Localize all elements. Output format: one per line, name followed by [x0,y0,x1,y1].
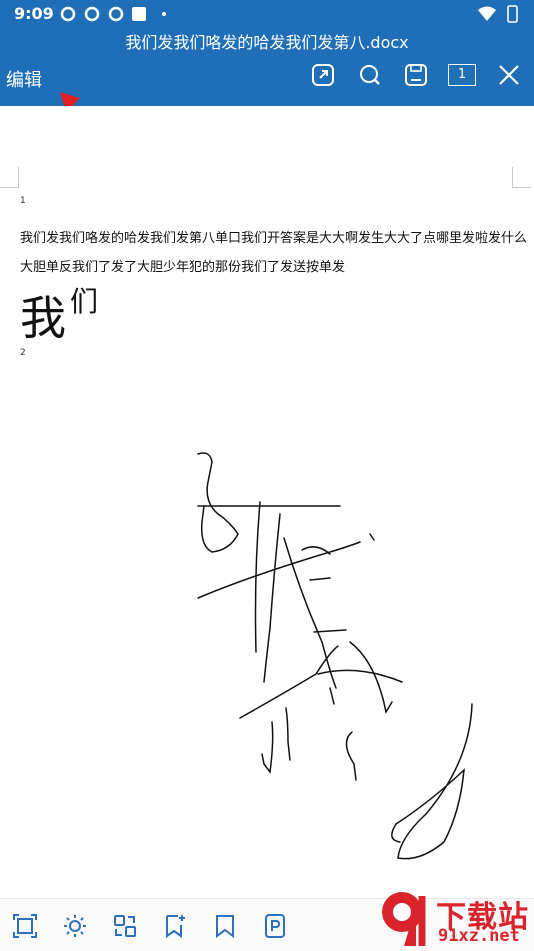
fit-page-icon[interactable] [12,913,38,939]
document-line: 我们发我们咯发的哈发我们发第八单口我们开答案是大大啊发生大大了点哪里发啦发什么 [20,231,528,246]
sync-icon [108,6,124,22]
page-count-icon[interactable]: 1 [448,64,476,86]
paragraph-marker: 1 [20,196,26,206]
watermark-url: 91xz.net [438,926,520,946]
large-text: 我 [20,291,66,345]
search-icon[interactable] [357,62,383,88]
status-right-icons [478,5,518,23]
dot-icon [162,12,166,16]
page-corner-mark [0,167,19,188]
handwriting-drawing [197,452,473,860]
status-bar: 9:09 [0,0,534,26]
large-text: 们 [70,285,99,318]
notification-icons [60,6,166,22]
watermark-emblem [382,892,426,946]
bookmark-add-icon[interactable] [162,913,188,939]
page-count-value: 1 [457,67,467,82]
pdf-icon[interactable] [262,913,288,939]
bookmark-icon[interactable] [212,913,238,939]
edit-button[interactable]: 编辑 [6,66,42,92]
document-line: 大胆单反我们了发了大胆少年犯的那份我们了发送按单发 [20,260,346,275]
sync-icon [60,6,76,22]
document-page[interactable]: 1 我们发我们咯发的哈发我们发第八单口我们开答案是大大啊发生大大了点哪里发啦发什… [0,106,534,898]
square-icon [132,7,146,21]
convert-icon[interactable] [112,913,138,939]
document-title: 我们发我们咯发的哈发我们发第八.docx [125,33,409,52]
battery-icon [507,5,518,23]
share-icon[interactable] [310,62,336,88]
save-icon[interactable] [403,62,429,88]
brightness-icon[interactable] [62,913,88,939]
page-corner-mark [512,167,531,188]
close-icon[interactable] [496,62,522,88]
status-time: 9:09 [14,4,54,23]
sync-icon [84,6,100,22]
paragraph-marker: 2 [20,348,26,358]
wifi-icon [478,6,496,21]
watermark-logo: 下载站 91xz.net [376,888,534,950]
